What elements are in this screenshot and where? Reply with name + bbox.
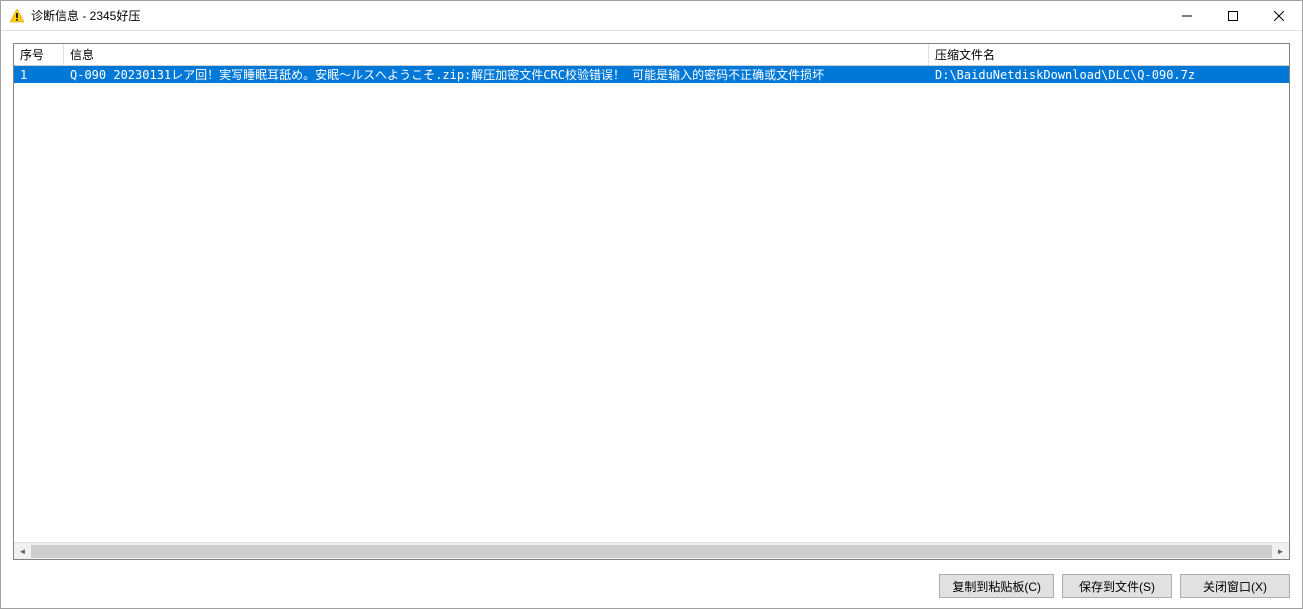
cell-file: D:\BaiduNetdiskDownload\DLC\Q-090.7z (929, 67, 1289, 83)
window-title: 诊断信息 - 2345好压 (31, 7, 1164, 24)
maximize-button[interactable] (1210, 1, 1256, 30)
column-header-file[interactable]: 压缩文件名 (929, 44, 1289, 65)
close-button[interactable] (1256, 1, 1302, 30)
cell-info: Q-090 20230131レア回！実写睡眠耳舐め。安眠～ルスへようこそ.zip… (64, 66, 929, 84)
copy-to-clipboard-button[interactable]: 复制到粘贴板(C) (939, 574, 1054, 598)
content-area: 序号 信息 压缩文件名 1 Q-090 20230131レア回！実写睡眠耳舐め。… (1, 31, 1302, 566)
warning-icon (9, 8, 25, 24)
button-bar: 复制到粘贴板(C) 保存到文件(S) 关闭窗口(X) (1, 566, 1302, 608)
scroll-track[interactable] (31, 543, 1272, 559)
scroll-right-arrow[interactable]: ► (1272, 543, 1289, 560)
cell-seq: 1 (14, 67, 64, 83)
diagnostic-window: 诊断信息 - 2345好压 序号 信息 压缩文件名 1 Q-090 (0, 0, 1303, 609)
close-window-button[interactable]: 关闭窗口(X) (1180, 574, 1290, 598)
window-controls (1164, 1, 1302, 30)
minimize-button[interactable] (1164, 1, 1210, 30)
window-titlebar: 诊断信息 - 2345好压 (1, 1, 1302, 31)
scroll-thumb[interactable] (31, 545, 1272, 558)
horizontal-scrollbar[interactable]: ◄ ► (14, 542, 1289, 559)
column-header-seq[interactable]: 序号 (14, 44, 64, 65)
table-header: 序号 信息 压缩文件名 (14, 44, 1289, 66)
save-to-file-button[interactable]: 保存到文件(S) (1062, 574, 1172, 598)
scroll-left-arrow[interactable]: ◄ (14, 543, 31, 560)
diagnostic-table: 序号 信息 压缩文件名 1 Q-090 20230131レア回！実写睡眠耳舐め。… (13, 43, 1290, 560)
table-row[interactable]: 1 Q-090 20230131レア回！実写睡眠耳舐め。安眠～ルスへようこそ.z… (14, 66, 1289, 83)
table-body[interactable]: 1 Q-090 20230131レア回！実写睡眠耳舐め。安眠～ルスへようこそ.z… (14, 66, 1289, 542)
column-header-info[interactable]: 信息 (64, 44, 929, 65)
